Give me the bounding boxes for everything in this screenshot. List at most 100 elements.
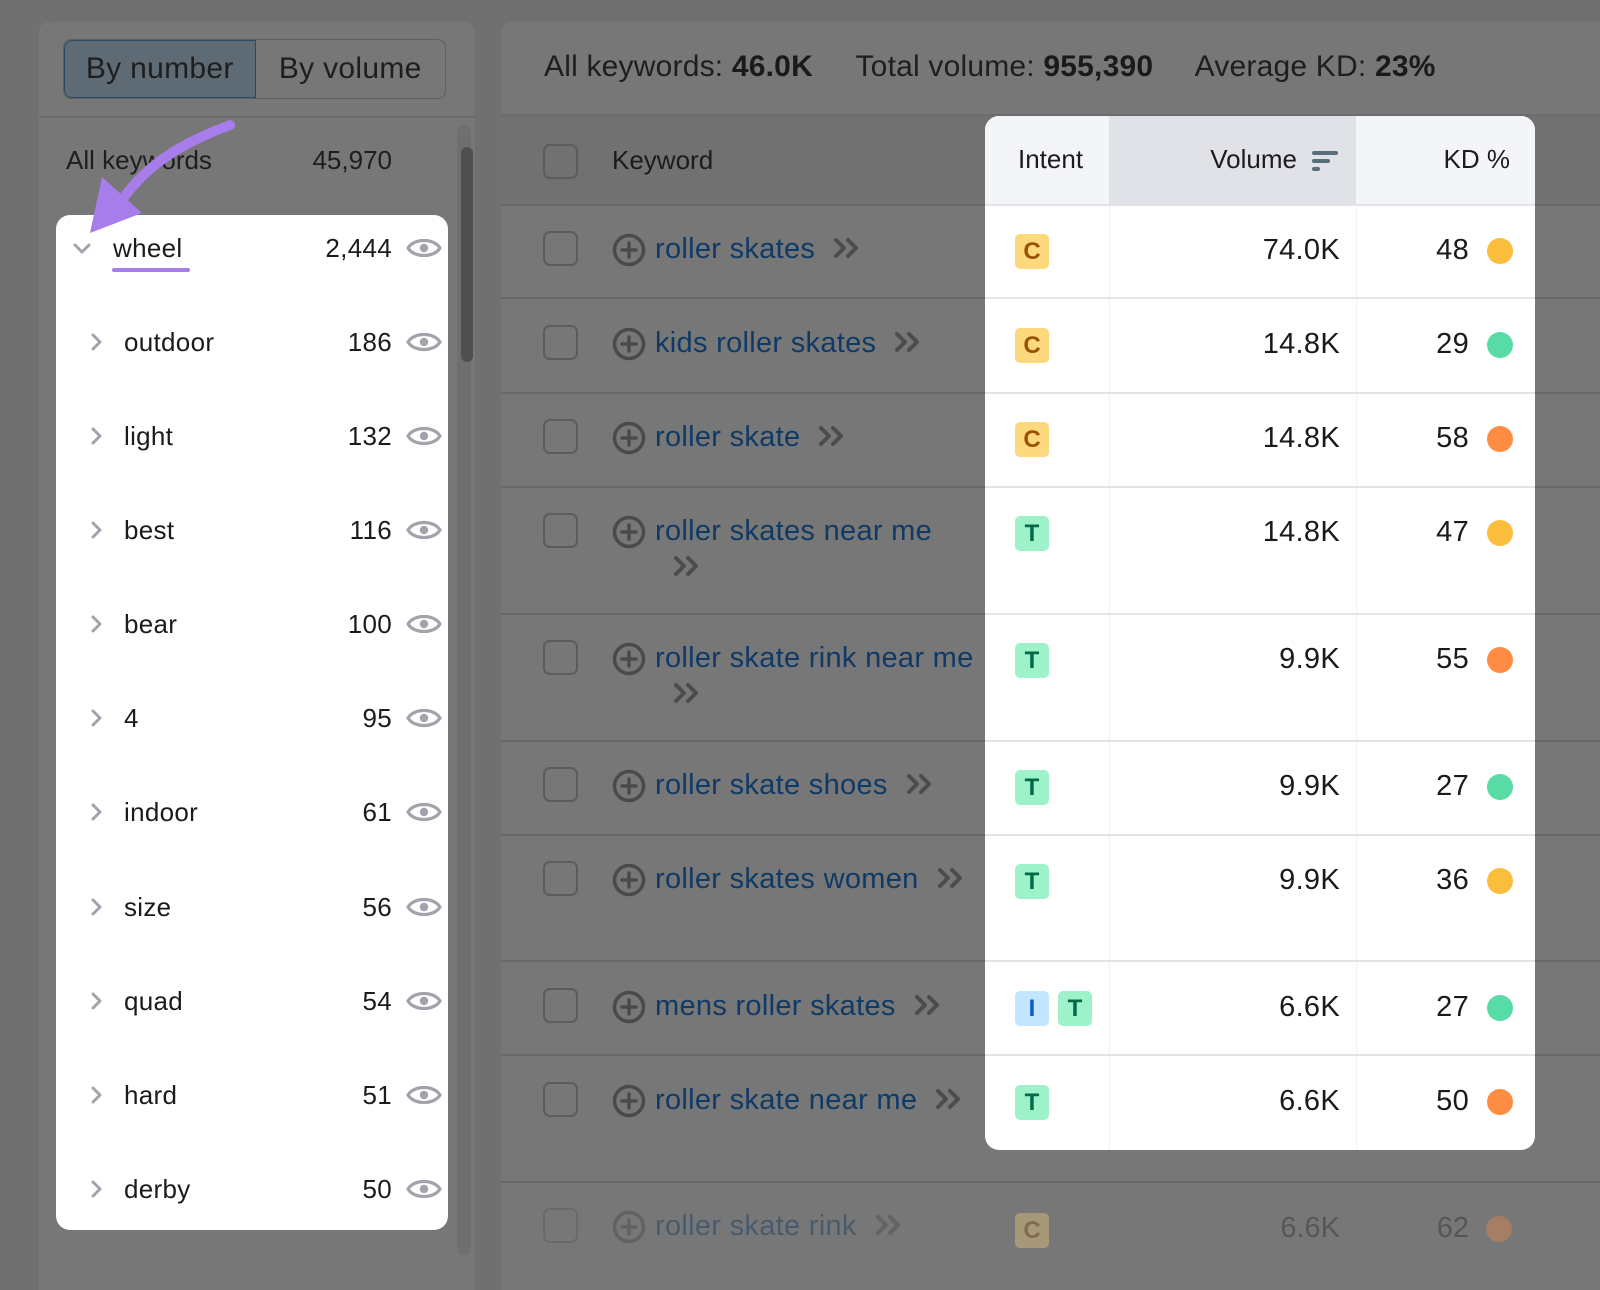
intent-badge: C (1015, 1213, 1049, 1248)
row-checkbox[interactable] (543, 861, 578, 896)
row-checkbox[interactable] (543, 419, 578, 454)
eye-icon[interactable] (406, 516, 442, 544)
group-item-light[interactable]: light 132 (56, 406, 448, 466)
group-item-wheel[interactable]: wheel 2,444 (56, 218, 448, 278)
eye-icon[interactable] (406, 893, 442, 921)
keyword-details-icon[interactable] (894, 326, 924, 352)
keyword-details-icon[interactable] (914, 989, 944, 1015)
keyword-column-header[interactable]: Keyword (612, 145, 713, 176)
eye-icon[interactable] (406, 610, 442, 638)
group-item-indoor[interactable]: indoor 61 (56, 782, 448, 842)
volume-value: 9.9K (1279, 864, 1340, 896)
group-label: indoor (124, 796, 199, 827)
kd-value: 27 (1436, 991, 1469, 1023)
chevron-right-icon[interactable] (86, 520, 106, 540)
metrics-row: C 14.8K 29 (985, 328, 1535, 388)
intent-badge: T (1015, 770, 1049, 805)
chevron-right-icon[interactable] (86, 708, 106, 728)
keyword-link[interactable]: roller skate rink (655, 1210, 857, 1242)
row-checkbox[interactable] (543, 767, 578, 802)
keyword-link[interactable]: roller skate (655, 421, 800, 453)
eye-icon[interactable] (406, 987, 442, 1015)
group-item-bear[interactable]: bear 100 (56, 594, 448, 654)
chevron-down-icon[interactable] (72, 238, 92, 258)
intent-badge: C (1015, 234, 1049, 269)
add-to-list-icon[interactable] (612, 863, 646, 897)
keyword-details-icon[interactable] (818, 420, 848, 446)
kd-value: 48 (1436, 234, 1469, 266)
intent-badge: C (1015, 422, 1049, 457)
eye-icon[interactable] (406, 704, 442, 732)
row-divider (985, 297, 1535, 299)
chevron-right-icon[interactable] (86, 426, 106, 446)
kd-column-header[interactable]: KD % (1444, 144, 1510, 175)
add-to-list-icon[interactable] (612, 642, 646, 676)
keyword-details-icon[interactable] (875, 1209, 905, 1235)
by-number-button[interactable]: By number (64, 40, 256, 98)
row-checkbox[interactable] (543, 1208, 578, 1243)
intent-badge: T (1058, 991, 1092, 1026)
add-to-list-icon[interactable] (612, 233, 646, 267)
group-label: size (124, 891, 172, 922)
chevron-right-icon[interactable] (86, 802, 106, 822)
row-checkbox[interactable] (543, 988, 578, 1023)
chevron-right-icon[interactable] (86, 332, 106, 352)
keyword-details-icon[interactable] (935, 1083, 965, 1109)
keyword-details-icon[interactable] (937, 862, 967, 888)
eye-icon[interactable] (406, 1175, 442, 1203)
group-item-outdoor[interactable]: outdoor 186 (56, 312, 448, 372)
group-item-size[interactable]: size 56 (56, 877, 448, 937)
eye-icon[interactable] (406, 328, 442, 356)
select-all-checkbox[interactable] (543, 144, 578, 179)
group-count: 50 (362, 1173, 392, 1204)
keyword-link[interactable]: kids roller skates (655, 327, 876, 359)
chevron-right-icon[interactable] (86, 614, 106, 634)
group-count: 2,444 (325, 232, 392, 263)
chevron-right-icon[interactable] (86, 897, 106, 917)
add-to-list-icon[interactable] (612, 1210, 646, 1244)
intent-column-header[interactable]: Intent (1018, 144, 1083, 175)
eye-icon[interactable] (406, 1081, 442, 1109)
intent-badge: T (1015, 864, 1049, 899)
add-to-list-icon[interactable] (612, 990, 646, 1024)
keyword-link[interactable]: roller skates near me (655, 515, 932, 547)
eye-icon[interactable] (406, 798, 442, 826)
row-checkbox[interactable] (543, 231, 578, 266)
add-to-list-icon[interactable] (612, 769, 646, 803)
add-to-list-icon[interactable] (612, 421, 646, 455)
keyword-details-icon[interactable] (833, 232, 863, 258)
keyword-details-icon[interactable] (906, 768, 936, 794)
volume-column-header[interactable]: Volume (1210, 144, 1297, 175)
chevron-right-icon[interactable] (86, 1179, 106, 1199)
row-checkbox[interactable] (543, 513, 578, 548)
add-to-list-icon[interactable] (612, 1084, 646, 1118)
row-checkbox[interactable] (543, 1082, 578, 1117)
group-item-quad[interactable]: quad 54 (56, 971, 448, 1031)
keyword-link[interactable]: roller skates (655, 233, 815, 265)
chevron-right-icon[interactable] (86, 1085, 106, 1105)
sort-descending-icon[interactable] (1312, 150, 1338, 172)
eye-icon[interactable] (406, 234, 442, 262)
add-to-list-icon[interactable] (612, 327, 646, 361)
group-item-derby[interactable]: derby 50 (56, 1159, 448, 1219)
keyword-link[interactable]: roller skate near me (655, 1084, 917, 1116)
row-checkbox[interactable] (543, 640, 578, 675)
divider (39, 116, 475, 118)
by-volume-button[interactable]: By volume (256, 40, 446, 98)
row-checkbox[interactable] (543, 325, 578, 360)
group-item-4[interactable]: 4 95 (56, 688, 448, 748)
all-keywords-row[interactable]: All keywords 45,970 (66, 140, 392, 180)
keyword-link[interactable]: roller skate shoes (655, 769, 888, 801)
keyword-details-icon[interactable] (673, 677, 703, 703)
keyword-link[interactable]: roller skate rink near me (655, 642, 974, 674)
group-item-hard[interactable]: hard 51 (56, 1065, 448, 1125)
group-item-best[interactable]: best 116 (56, 500, 448, 560)
eye-icon[interactable] (406, 422, 442, 450)
scrollbar-thumb[interactable] (461, 147, 473, 362)
chevron-right-icon[interactable] (86, 991, 106, 1011)
add-to-list-icon[interactable] (612, 515, 646, 549)
keyword-details-icon[interactable] (673, 550, 703, 576)
keyword-link[interactable]: mens roller skates (655, 990, 896, 1022)
keyword-link[interactable]: roller skates women (655, 863, 919, 895)
kd-difficulty-dot-icon (1487, 995, 1513, 1021)
